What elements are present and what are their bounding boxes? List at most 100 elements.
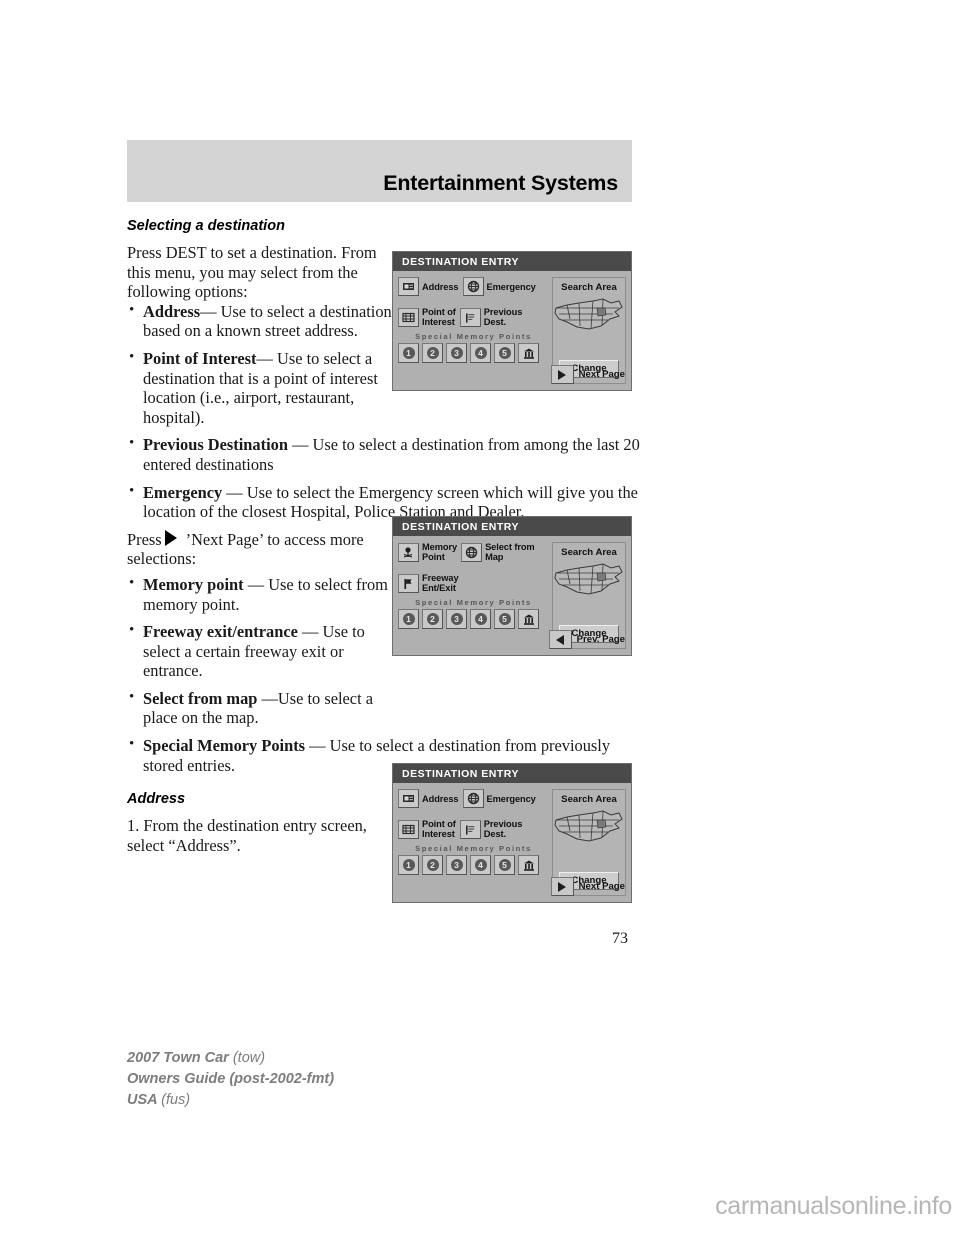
special-memory-points-label: Special Memory Points bbox=[415, 332, 532, 341]
nav-button-label: Address bbox=[422, 793, 459, 804]
prev-page-arrow-button[interactable] bbox=[548, 630, 572, 649]
memory-point-button-4[interactable]: 4 bbox=[470, 343, 491, 363]
nav-button-label: Memory Point bbox=[422, 542, 458, 562]
usa-map-graphic bbox=[553, 559, 625, 601]
search-area-label: Search Area bbox=[561, 547, 617, 558]
memory-point-button-2[interactable]: 2 bbox=[422, 609, 443, 629]
page-title: Entertainment Systems bbox=[383, 171, 618, 195]
page-header-band: Entertainment Systems bbox=[127, 140, 632, 202]
memory-point-number: 2 bbox=[426, 859, 439, 871]
memory-point-number: 1 bbox=[402, 859, 415, 871]
nav-button-label: Select from Map bbox=[485, 542, 535, 562]
bank-building-icon bbox=[523, 614, 534, 625]
nav-button-freeway-ent-exit[interactable]: Freeway Ent/Exit bbox=[398, 573, 459, 593]
nav-button-label: Previous Dest. bbox=[483, 307, 523, 327]
list-item: Address— Use to select a destination bas… bbox=[127, 301, 406, 341]
nav-button-address[interactable]: Address bbox=[398, 789, 459, 808]
next-page-arrow-button[interactable] bbox=[550, 877, 574, 896]
manual-page: Entertainment Systems Selecting a destin… bbox=[0, 0, 960, 1242]
nav-button-previous-dest[interactable]: Previous Dest. bbox=[459, 307, 523, 327]
memory-point-number: 5 bbox=[498, 859, 511, 871]
special-memory-points-label: Special Memory Points bbox=[415, 844, 532, 853]
nav-screen-destination-entry-page2: DESTINATION ENTRY Memory Point Select fr bbox=[392, 516, 632, 656]
memory-point-button-4[interactable]: 4 bbox=[470, 609, 491, 629]
memory-point-button-1[interactable]: 1 bbox=[398, 343, 419, 363]
memory-point-button-1[interactable]: 1 bbox=[398, 855, 419, 875]
nav-screen-title: DESTINATION ENTRY bbox=[393, 517, 631, 536]
globe-icon bbox=[461, 542, 483, 562]
memory-point-button-3[interactable]: 3 bbox=[446, 855, 467, 875]
bullet-term: Memory point bbox=[143, 574, 244, 594]
nav-menu-row: Point of Interest Previous Dest. bbox=[398, 307, 549, 327]
memory-point-button-4[interactable]: 4 bbox=[470, 855, 491, 875]
memory-point-button-3[interactable]: 3 bbox=[446, 609, 467, 629]
nav-screen-destination-entry-page1: DESTINATION ENTRY Address Emergency Poin… bbox=[392, 251, 632, 391]
special-memory-points-label: Special Memory Points bbox=[415, 598, 532, 607]
usa-map-graphic bbox=[553, 806, 625, 848]
bank-building-button[interactable] bbox=[518, 855, 539, 875]
arrow-right-icon bbox=[558, 881, 567, 892]
nav-menu-row: Address Emergency bbox=[398, 789, 549, 808]
memory-point-number: 5 bbox=[498, 613, 511, 625]
footer-market-code: (fus) bbox=[161, 1092, 191, 1108]
memory-point-button-2[interactable]: 2 bbox=[422, 855, 443, 875]
bank-building-button[interactable] bbox=[518, 609, 539, 629]
nav-button-previous-dest[interactable]: Previous Dest. bbox=[459, 819, 523, 839]
memory-point-button-5[interactable]: 5 bbox=[494, 343, 515, 363]
nav-menu-area: Address Emergency Point of Interest Prev… bbox=[398, 789, 549, 896]
globe-icon bbox=[462, 277, 484, 296]
footer-line-1: 2007 Town Car (tow) bbox=[127, 1048, 334, 1069]
next-page-control[interactable]: Next Page bbox=[550, 365, 625, 384]
memory-point-button-3[interactable]: 3 bbox=[446, 343, 467, 363]
document-footer: 2007 Town Car (tow) Owners Guide (post-2… bbox=[127, 1048, 334, 1111]
memory-point-number: 3 bbox=[450, 613, 463, 625]
prev-page-label: Prev. Page bbox=[576, 634, 625, 645]
special-memory-points-row: 1 2 3 4 5 bbox=[398, 343, 549, 363]
special-memory-points-row: 1 2 3 4 5 bbox=[398, 855, 549, 875]
nav-button-label: Freeway Ent/Exit bbox=[422, 573, 459, 593]
memory-point-button-2[interactable]: 2 bbox=[422, 343, 443, 363]
memory-point-button-5[interactable]: 5 bbox=[494, 609, 515, 629]
list-flag-icon bbox=[459, 307, 481, 327]
nav-button-memory-point[interactable]: Memory Point bbox=[398, 542, 457, 562]
nav-button-label: Address bbox=[422, 281, 459, 292]
prev-page-control[interactable]: Prev. Page bbox=[548, 630, 625, 649]
nav-button-emergency[interactable]: Emergency bbox=[462, 277, 536, 296]
list-flag-icon bbox=[459, 819, 481, 839]
press-prefix: Press bbox=[127, 529, 162, 549]
memory-point-number: 4 bbox=[474, 613, 487, 625]
next-page-control[interactable]: Next Page bbox=[550, 877, 625, 896]
nav-button-emergency[interactable]: Emergency bbox=[462, 789, 536, 808]
nav-menu-area: Memory Point Select from Map Freeway Ent… bbox=[398, 542, 549, 649]
memory-point-number: 4 bbox=[474, 859, 487, 871]
memory-point-button-1[interactable]: 1 bbox=[398, 609, 419, 629]
nav-button-address[interactable]: Address bbox=[398, 277, 459, 296]
arrow-right-icon bbox=[558, 369, 567, 380]
nav-button-point-of-interest[interactable]: Point of Interest bbox=[398, 819, 456, 839]
bank-building-button[interactable] bbox=[518, 343, 539, 363]
memory-point-number: 3 bbox=[450, 859, 463, 871]
nav-button-label: Emergency bbox=[486, 281, 536, 292]
next-page-arrow-button[interactable] bbox=[550, 365, 574, 384]
paragraph-intro: Press DEST to set a destination. From th… bbox=[127, 243, 377, 302]
list-item: Point of Interest— Use to select a desti… bbox=[127, 348, 406, 427]
nav-menu-area: Address Emergency Point of Interest Prev… bbox=[398, 277, 549, 384]
footer-line-2: Owners Guide (post-2002-fmt) bbox=[127, 1069, 334, 1090]
nav-menu-row: Freeway Ent/Exit bbox=[398, 573, 549, 593]
nav-button-point-of-interest[interactable]: Point of Interest bbox=[398, 307, 456, 327]
list-item: Select from map —Use to select a place o… bbox=[127, 688, 406, 728]
paragraph-press-next-page: Press ’Next Page’ to access more selectio… bbox=[127, 529, 390, 569]
nav-button-label: Point of Interest bbox=[422, 307, 456, 327]
memory-point-number: 4 bbox=[474, 347, 487, 359]
bullet-term: Previous Destination bbox=[143, 435, 288, 455]
globe-icon bbox=[462, 789, 484, 808]
bullet-term: Select from map bbox=[143, 688, 258, 708]
memory-point-number: 1 bbox=[402, 613, 415, 625]
nav-button-label: Previous Dest. bbox=[483, 819, 523, 839]
nav-button-select-from-map[interactable]: Select from Map bbox=[461, 542, 535, 562]
memory-point-button-5[interactable]: 5 bbox=[494, 855, 515, 875]
nav-screen-title: DESTINATION ENTRY bbox=[393, 764, 631, 783]
next-page-label: Next Page bbox=[578, 369, 625, 380]
address-card-icon bbox=[398, 277, 419, 296]
list-item: Previous Destination — Use to select a d… bbox=[127, 434, 649, 474]
